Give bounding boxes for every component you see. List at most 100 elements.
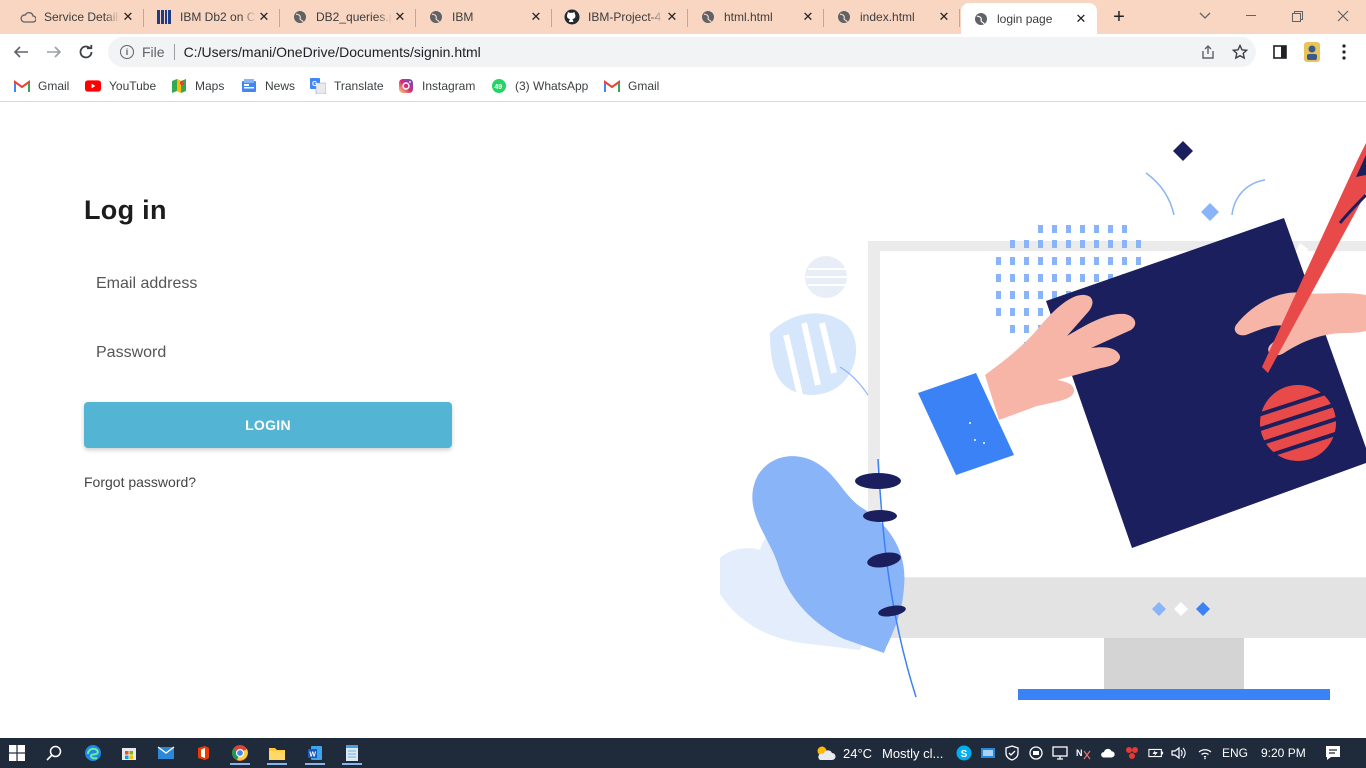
tab-title: IBM-Project-4 — [588, 10, 662, 24]
close-tab-icon[interactable]: ✕ — [936, 9, 952, 25]
tab-title: Service Details — [44, 10, 120, 24]
login-button[interactable]: LOGIN — [84, 402, 452, 448]
bookmark-label: Gmail — [628, 79, 660, 93]
display-icon[interactable] — [1052, 745, 1068, 761]
seed — [855, 473, 901, 489]
close-tab-icon[interactable]: ✕ — [256, 9, 272, 25]
bookmark-whatsapp[interactable]: 49 (3) WhatsApp — [491, 76, 588, 96]
gmail-icon — [604, 78, 620, 94]
forgot-password-link[interactable]: Forgot password? — [84, 474, 196, 490]
onedrive-tray-icon[interactable] — [980, 745, 996, 761]
close-tab-icon[interactable]: ✕ — [120, 9, 136, 25]
monitor-bezel — [868, 578, 1366, 638]
profile-avatar[interactable] — [1302, 42, 1322, 62]
close-tab-icon[interactable]: ✕ — [800, 9, 816, 25]
tab-title: html.html — [724, 10, 773, 24]
word-icon[interactable]: W — [302, 741, 328, 765]
scheme-label: File — [142, 44, 165, 60]
bookmarks-bar: Gmail YouTube Maps News G Translate Inst… — [0, 70, 1366, 102]
tab-ibm-project[interactable]: IBM-Project-4 ✕ — [552, 3, 688, 31]
tab-html-html[interactable]: html.html ✕ — [688, 3, 824, 31]
email-field[interactable] — [84, 264, 452, 304]
svg-text:G: G — [312, 81, 318, 88]
tab-title: DB2_queries.py — [316, 10, 392, 24]
tab-title: index.html — [860, 10, 915, 24]
notification-center-icon[interactable] — [1325, 745, 1341, 761]
bookmark-maps[interactable]: Maps — [171, 76, 224, 96]
notepad-icon[interactable] — [339, 741, 365, 765]
new-tab-button[interactable]: + — [1108, 7, 1130, 29]
svg-text:W: W — [309, 752, 316, 759]
tab-title: login page — [997, 11, 1053, 26]
ibm-grid-icon — [156, 9, 172, 25]
close-tab-icon[interactable]: ✕ — [528, 9, 544, 25]
search-icon[interactable] — [41, 741, 67, 765]
seed — [863, 510, 897, 522]
back-arrow-icon[interactable] — [9, 40, 33, 64]
mail-icon[interactable] — [153, 741, 179, 765]
weather-desc[interactable]: Mostly cl... — [882, 746, 943, 761]
onenote-icon[interactable]: N — [1076, 745, 1092, 761]
tab-service-details[interactable]: Service Details ✕ — [0, 3, 144, 31]
bluetooth-devices-icon[interactable] — [1124, 745, 1140, 761]
reload-icon[interactable] — [74, 40, 98, 64]
battery-icon[interactable] — [1148, 745, 1164, 761]
weather-icon[interactable] — [812, 741, 838, 765]
tab-ibm-db2[interactable]: IBM Db2 on Cloud ✕ — [144, 3, 280, 31]
translate-icon: G — [310, 78, 326, 94]
url-text[interactable]: C:/Users/mani/OneDrive/Documents/signin.… — [184, 44, 481, 60]
tab-ibm[interactable]: IBM ✕ — [416, 3, 552, 31]
clock-time[interactable]: 9:20 PM — [1261, 746, 1306, 760]
bookmark-youtube[interactable]: YouTube — [85, 76, 156, 96]
volume-icon[interactable] — [1171, 745, 1187, 761]
bookmark-gmail[interactable]: Gmail — [14, 76, 69, 96]
login-illustration — [720, 141, 1366, 700]
login-page: Log in LOGIN Forgot password? — [0, 103, 1366, 738]
password-field[interactable] — [84, 333, 452, 373]
globe-icon — [292, 9, 308, 25]
share-icon[interactable] — [1198, 42, 1218, 62]
skype-icon[interactable]: S — [956, 745, 972, 761]
svg-text:S: S — [961, 749, 968, 760]
weather-temp: 24°C — [843, 746, 873, 761]
meet-now-icon[interactable] — [1028, 745, 1044, 761]
edge-icon[interactable] — [80, 741, 106, 765]
maps-icon — [171, 78, 187, 94]
bookmark-news[interactable]: News — [241, 76, 295, 96]
close-window-icon[interactable] — [1330, 4, 1356, 28]
globe-icon — [973, 11, 989, 27]
security-shield-icon[interactable] — [1004, 745, 1020, 761]
bookmark-gmail-2[interactable]: Gmail — [604, 76, 659, 96]
chrome-icon[interactable] — [227, 741, 253, 765]
bookmark-instagram[interactable]: Instagram — [398, 76, 475, 96]
tab-index-html[interactable]: index.html ✕ — [824, 3, 960, 31]
site-info-icon[interactable]: i — [120, 45, 134, 59]
side-panel-icon[interactable] — [1270, 42, 1290, 62]
cloud-sync-icon[interactable] — [1100, 745, 1116, 761]
tab-login-page[interactable]: login page ✕ — [961, 3, 1097, 34]
address-bar[interactable]: i File C:/Users/mani/OneDrive/Documents/… — [108, 37, 1256, 67]
wifi-icon[interactable] — [1197, 745, 1213, 761]
file-explorer-icon[interactable] — [264, 741, 290, 765]
menu-kebab-icon[interactable] — [1334, 42, 1354, 62]
close-tab-icon[interactable]: ✕ — [664, 9, 680, 25]
restore-icon[interactable] — [1284, 4, 1310, 28]
monitor-base — [1018, 689, 1330, 700]
tab-title: IBM Db2 on Cloud — [180, 10, 256, 24]
microsoft-store-icon[interactable] — [116, 741, 142, 765]
browser-toolbar: i File C:/Users/mani/OneDrive/Documents/… — [0, 34, 1366, 70]
globe-icon — [700, 9, 716, 25]
forward-arrow-icon[interactable] — [42, 40, 66, 64]
bookmark-label: (3) WhatsApp — [515, 79, 589, 93]
office-icon[interactable] — [190, 741, 216, 765]
input-language[interactable]: ENG — [1222, 746, 1248, 760]
windows-start-icon[interactable] — [4, 741, 30, 765]
bookmark-star-icon[interactable] — [1230, 42, 1250, 62]
tab-search-icon[interactable] — [1192, 4, 1218, 28]
minimize-icon[interactable] — [1238, 4, 1264, 28]
close-tab-icon[interactable]: ✕ — [392, 9, 408, 25]
bookmark-translate[interactable]: G Translate — [310, 76, 384, 96]
whatsapp-icon: 49 — [491, 78, 507, 94]
close-tab-icon[interactable]: ✕ — [1073, 11, 1089, 27]
tab-db2-queries[interactable]: DB2_queries.py ✕ — [280, 3, 416, 31]
